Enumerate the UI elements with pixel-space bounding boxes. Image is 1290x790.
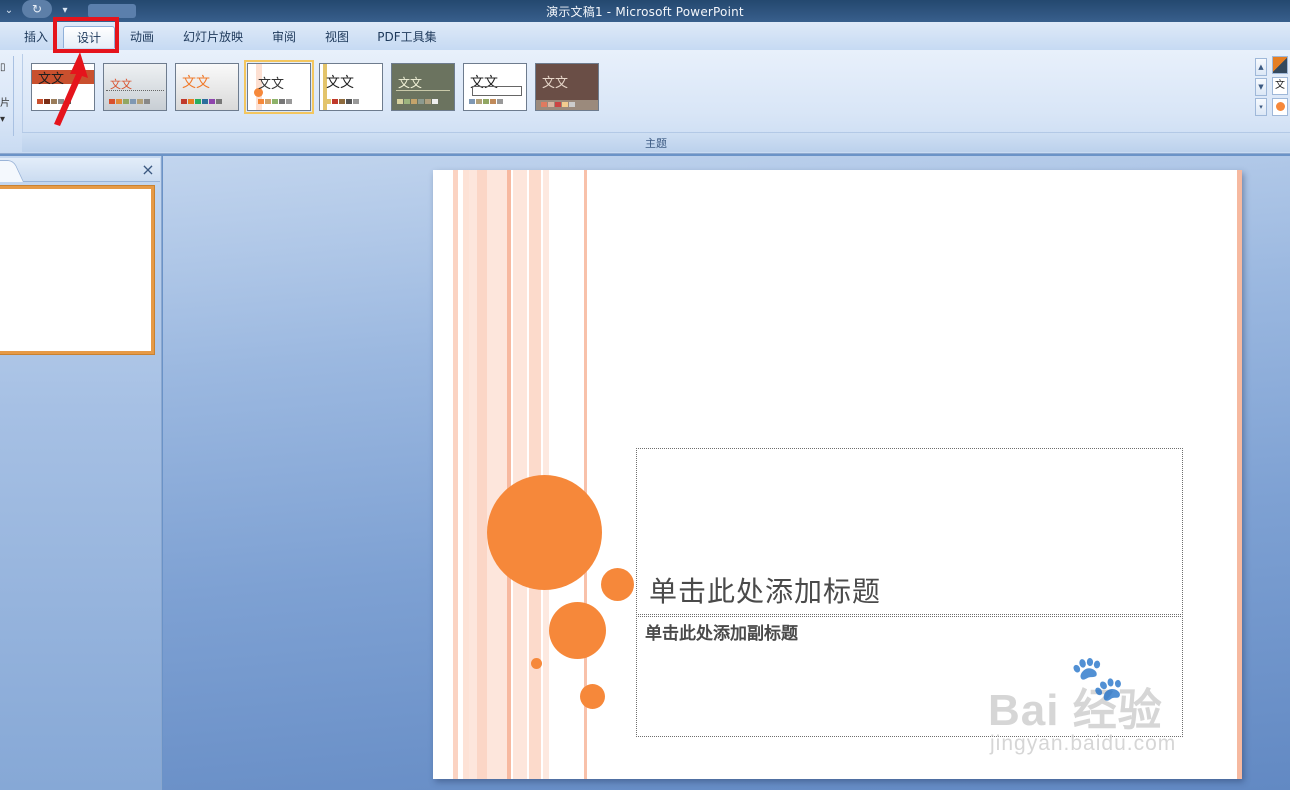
slide-stripe [469,170,509,779]
slide-stripe [507,170,511,779]
stub-dropdown-icon: ▾ [0,114,6,125]
tab-insert[interactable]: 插入 [16,26,56,48]
slide-right-edge-stripe [1237,170,1242,779]
theme-sample-text: 文文 [542,76,569,91]
theme-fonts-icon[interactable]: 文 [1272,77,1288,95]
decorative-circle-small-2 [580,684,605,709]
theme-divider [396,90,450,91]
tab-view[interactable]: 视图 [317,26,357,48]
theme-swatches [109,99,150,104]
theme-thumbnail-5[interactable]: 文文 [319,63,383,111]
close-icon[interactable]: × [140,162,156,178]
window-title: 演示文稿1 - Microsoft PowerPoint [546,5,744,19]
theme-effects-icon[interactable] [1272,98,1288,116]
gallery-up-icon[interactable]: ▲ [1255,58,1267,76]
theme-gallery-scroll: ▲ ▼ ▾ [1255,58,1267,118]
tab-review[interactable]: 审阅 [264,26,304,48]
slide-thumbnail-1[interactable] [0,186,154,354]
theme-divider [106,90,164,91]
slides-panel-tabs: × [0,158,160,182]
theme-sample-text: 文文 [38,72,65,87]
slide-stripe [513,170,527,779]
theme-swatches [469,99,503,104]
slides-tab[interactable] [0,160,24,182]
theme-sample-text: 文文 [182,75,210,91]
theme-swatches [541,102,575,107]
theme-sample-text: 文文 [258,77,285,92]
theme-swatches [37,99,71,104]
gallery-down-icon[interactable]: ▼ [1255,78,1267,96]
theme-thumbnail-4-selected[interactable]: 文文 [244,60,314,114]
theme-swatches [258,99,292,104]
decorative-circle-medium [549,602,606,659]
baidu-jingyan-watermark: Bai 经验 🐾 jingyan.baidu.com [988,652,1228,762]
title-placeholder[interactable]: 单击此处添加标题 [636,448,1183,615]
title-placeholder-text: 单击此处添加标题 [649,575,882,608]
themes-group-label: 主题 [645,137,667,150]
themes-group-label-bar: 主题 [22,132,1290,152]
ribbon-tabs: 插入 设计 动画 幻灯片放映 审阅 视图 PDF工具集 [0,22,1290,50]
theme-swatches [397,99,438,104]
theme-sample-text: 文文 [398,76,423,90]
decorative-circle-tiny [531,658,542,669]
stub-label: 片 [0,98,10,109]
title-bar: ⌄ ↻ ▾ 演示文稿1 - Microsoft PowerPoint [0,0,1290,22]
decorative-circle-small [601,568,634,601]
theme-swatches [181,99,222,104]
theme-swatches [325,99,359,104]
theme-thumbnail-6[interactable]: 文文 [391,63,455,111]
theme-thumbnail-7[interactable]: 文文 [463,63,527,111]
tab-animation[interactable]: 动画 [122,26,162,48]
theme-thumbnail-8[interactable]: 文文 [535,63,599,111]
decorative-circle-large [487,475,602,590]
page-icon: ▯ [0,62,6,73]
slide-stripe [477,170,487,779]
annotation-highlight-box [53,17,119,53]
theme-thumbnail-2[interactable]: 文文 [103,63,167,111]
theme-frame [472,86,522,96]
tab-pdf-tools[interactable]: PDF工具集 [370,26,444,48]
paw-icon: 🐾 [1070,653,1125,704]
tab-slideshow[interactable]: 幻灯片放映 [173,26,253,48]
slide-stripe [453,170,458,779]
theme-thumbnail-1[interactable]: 文文 [31,63,95,111]
watermark-url: jingyan.baidu.com [990,732,1177,755]
slides-panel: × [0,156,162,790]
page-setup-group-stub[interactable]: ▯ 片 ▾ [0,56,14,136]
gallery-more-icon[interactable]: ▾ [1255,98,1267,116]
theme-sample-text: 文文 [326,75,354,91]
subtitle-placeholder-text: 单击此处添加副标题 [645,624,798,644]
theme-options-tools: 文 [1272,56,1290,119]
theme-colors-icon[interactable] [1272,56,1288,74]
theme-thumbnail-3[interactable]: 文文 [175,63,239,111]
